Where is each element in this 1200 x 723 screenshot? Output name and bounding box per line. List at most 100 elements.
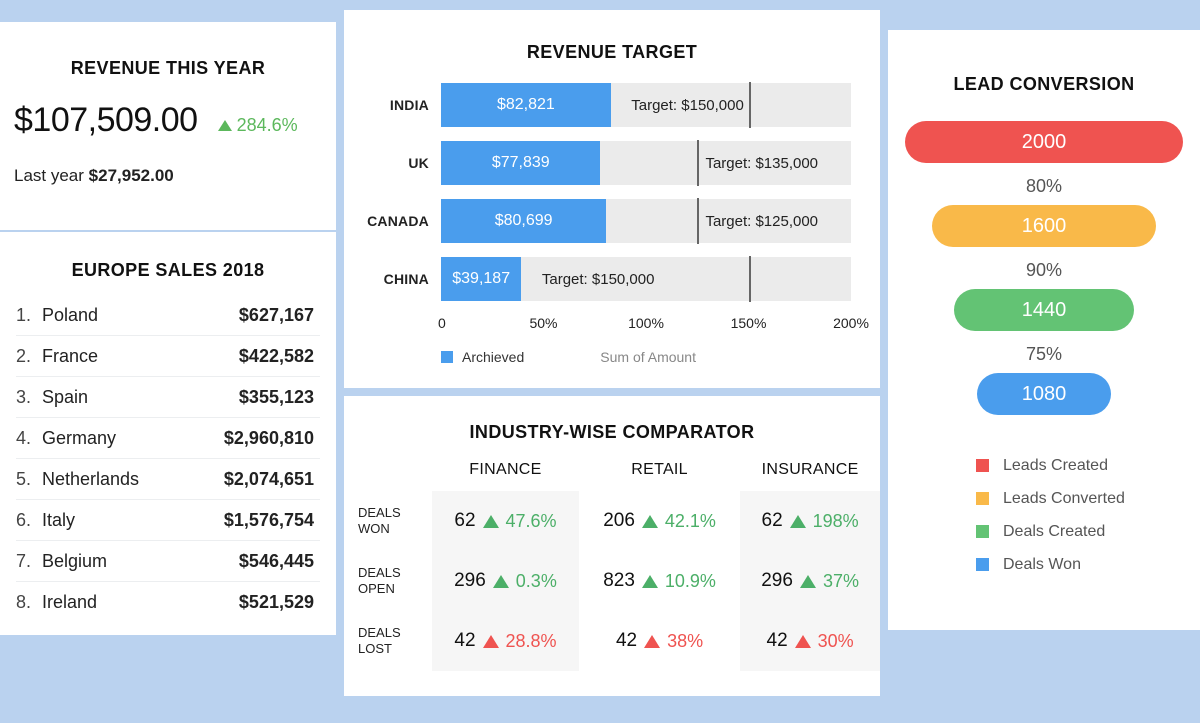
bar-target-marker: [697, 140, 700, 186]
revenue-target-bars: INDIA $82,821 Target: $150,000 UK $77,839 Tar…: [344, 82, 880, 302]
industry-cell-inner: 296 0.3%: [454, 570, 557, 592]
industry-table-head: FINANCE RETAIL INSURANCE: [344, 461, 880, 491]
table-row: DEALS WON 62 47.6% 206 42.1% 62 198%: [344, 491, 880, 551]
funnel-stage-bar[interactable]: 1600: [931, 205, 1157, 247]
list-item-value: $2,074,651: [223, 468, 314, 489]
industry-cell-pct: 37%: [822, 570, 859, 591]
lead-conversion-legend: Leads Created Leads Converted Deals Create…: [888, 449, 1200, 581]
legend-label: Deals Won: [1003, 555, 1081, 573]
industry-row-label-line1: DEALS: [358, 564, 401, 580]
bar-row-label: UK: [408, 155, 429, 171]
industry-cell: 296 37%: [740, 551, 880, 611]
triangle-down-icon: [794, 634, 811, 648]
industry-cell-pct: 38%: [667, 630, 704, 651]
triangle-up-icon: [641, 574, 658, 588]
industry-cell-pct: 42.1%: [664, 510, 716, 531]
table-row: DEALS LOST 42 28.8% 42 38% 42 30%: [344, 611, 880, 671]
triangle-up-icon: [217, 120, 232, 131]
industry-column-header: INSURANCE: [761, 461, 859, 478]
list-item[interactable]: 3. Spain $355,123: [16, 377, 320, 418]
lead-conversion-funnel: 2000 80% 1600 90% 1440 75% 1080: [888, 121, 1200, 415]
industry-row-label-line2: LOST: [358, 641, 392, 656]
list-item[interactable]: 6. Italy $1,576,754: [16, 500, 320, 541]
legend-swatch: [976, 459, 989, 472]
industry-cell-inner: 62 198%: [762, 510, 859, 532]
funnel-conversion-pct: 90%: [1025, 260, 1063, 280]
legend-item[interactable]: Deals Won: [976, 548, 1200, 581]
industry-cell-inner: 42 28.8%: [454, 630, 556, 652]
revenue-target-card: REVENUE TARGET INDIA $82,821 Target: $150,…: [344, 10, 880, 388]
list-item-rank: 4.: [16, 427, 32, 448]
legend-item[interactable]: Deals Created: [976, 515, 1200, 548]
industry-row-label-line1: DEALS: [358, 624, 401, 640]
list-item-rank: 2.: [16, 345, 32, 366]
list-item-rank: 7.: [16, 550, 32, 571]
industry-cell-count: 206: [603, 510, 635, 531]
legend-item[interactable]: Leads Converted: [976, 482, 1200, 515]
list-item-value: $546,445: [238, 550, 314, 571]
list-item-country: Poland: [42, 304, 99, 325]
bar-target-label: Target: $135,000: [705, 154, 819, 172]
funnel-stage-bar[interactable]: 2000: [905, 121, 1183, 163]
dashboard-root: REVENUE THIS YEAR $107,509.00 284.6% Las…: [0, 0, 1200, 723]
revenue-target-bar-row[interactable]: INDIA $82,821 Target: $150,000: [344, 82, 880, 128]
list-item-value: $521,529: [238, 592, 314, 612]
table-row: DEALS OPEN 296 0.3% 823 10.9% 296 37%: [344, 551, 880, 611]
axis-tick-label: 150%: [730, 315, 767, 331]
list-item[interactable]: 8. Ireland $521,529: [16, 582, 320, 623]
industry-cell-count: 296: [454, 570, 486, 591]
list-item[interactable]: 5. Netherlands $2,074,651: [16, 459, 320, 500]
revenue-this-year-card: REVENUE THIS YEAR $107,509.00 284.6% Las…: [0, 22, 336, 230]
bar-fill: $82,821: [441, 83, 611, 127]
industry-column-header: FINANCE: [469, 461, 542, 478]
lead-conversion-card: LEAD CONVERSION 2000 80% 1600 90% 1440 75% 108…: [888, 30, 1200, 630]
legend-note-sum-of-amount: Sum of Amount: [600, 349, 696, 365]
revenue-target-bar-row[interactable]: CANADA $80,699 Target: $125,000: [344, 198, 880, 244]
legend-swatch: [976, 558, 989, 571]
industry-cell: 823 10.9%: [579, 551, 740, 611]
legend-swatch: [976, 492, 989, 505]
triangle-up-icon: [799, 574, 816, 588]
funnel-stage-bar[interactable]: 1080: [976, 373, 1112, 415]
legend-swatch-archieved: [441, 351, 453, 363]
industry-cell: 42 38%: [579, 611, 740, 671]
industry-cell-inner: 823 10.9%: [603, 570, 716, 592]
revenue-delta: 284.6%: [217, 115, 298, 136]
lead-card-title: LEAD CONVERSION: [953, 74, 1135, 94]
revenue-last-year: Last year $27,952.00: [0, 166, 336, 186]
triangle-down-icon: [644, 634, 661, 648]
revenue-target-bar-row[interactable]: UK $77,839 Target: $135,000: [344, 140, 880, 186]
revenue-card-title: REVENUE THIS YEAR: [70, 58, 266, 78]
revenue-amount-row: $107,509.00 284.6%: [0, 101, 336, 140]
list-item[interactable]: 7. Belgium $546,445: [16, 541, 320, 582]
legend-label: Leads Created: [1003, 456, 1108, 474]
revenue-target-title: REVENUE TARGET: [526, 42, 698, 62]
industry-cell-pct: 198%: [812, 510, 859, 531]
triangle-down-icon: [482, 634, 499, 648]
industry-cell-count: 62: [761, 510, 783, 531]
list-item-country: Ireland: [42, 592, 98, 612]
list-item-rank: 8.: [16, 592, 32, 612]
industry-cell-inner: 42 38%: [616, 630, 703, 652]
bar-row-label: INDIA: [389, 97, 429, 113]
revenue-target-bar-row[interactable]: CHINA $39,187 Target: $150,000: [344, 256, 880, 302]
industry-cell-inner: 296 37%: [761, 570, 859, 592]
europe-sales-list: 1. Poland $627,167 2. France $422,582 3. Spain $…: [0, 295, 336, 623]
legend-item[interactable]: Leads Created: [976, 449, 1200, 482]
list-item[interactable]: 4. Germany $2,960,810: [16, 418, 320, 459]
list-item-country: France: [42, 345, 99, 366]
funnel-conversion-pct: 75%: [1025, 344, 1063, 364]
list-item-country: Italy: [42, 509, 76, 530]
industry-column-header: RETAIL: [631, 461, 688, 478]
bar-target-marker: [697, 198, 700, 244]
bar-target-label: Target: $125,000: [705, 212, 819, 230]
list-item-rank: 6.: [16, 509, 32, 530]
list-item[interactable]: 1. Poland $627,167: [16, 295, 320, 336]
industry-row-label-line2: OPEN: [358, 581, 395, 596]
industry-cell-count: 62: [454, 510, 476, 531]
funnel-stage-bar[interactable]: 1440: [953, 289, 1135, 331]
europe-card-title: EUROPE SALES 2018: [71, 260, 265, 280]
list-item[interactable]: 2. France $422,582: [16, 336, 320, 377]
industry-cell-count: 42: [615, 630, 638, 651]
industry-cell: 206 42.1%: [579, 491, 740, 551]
